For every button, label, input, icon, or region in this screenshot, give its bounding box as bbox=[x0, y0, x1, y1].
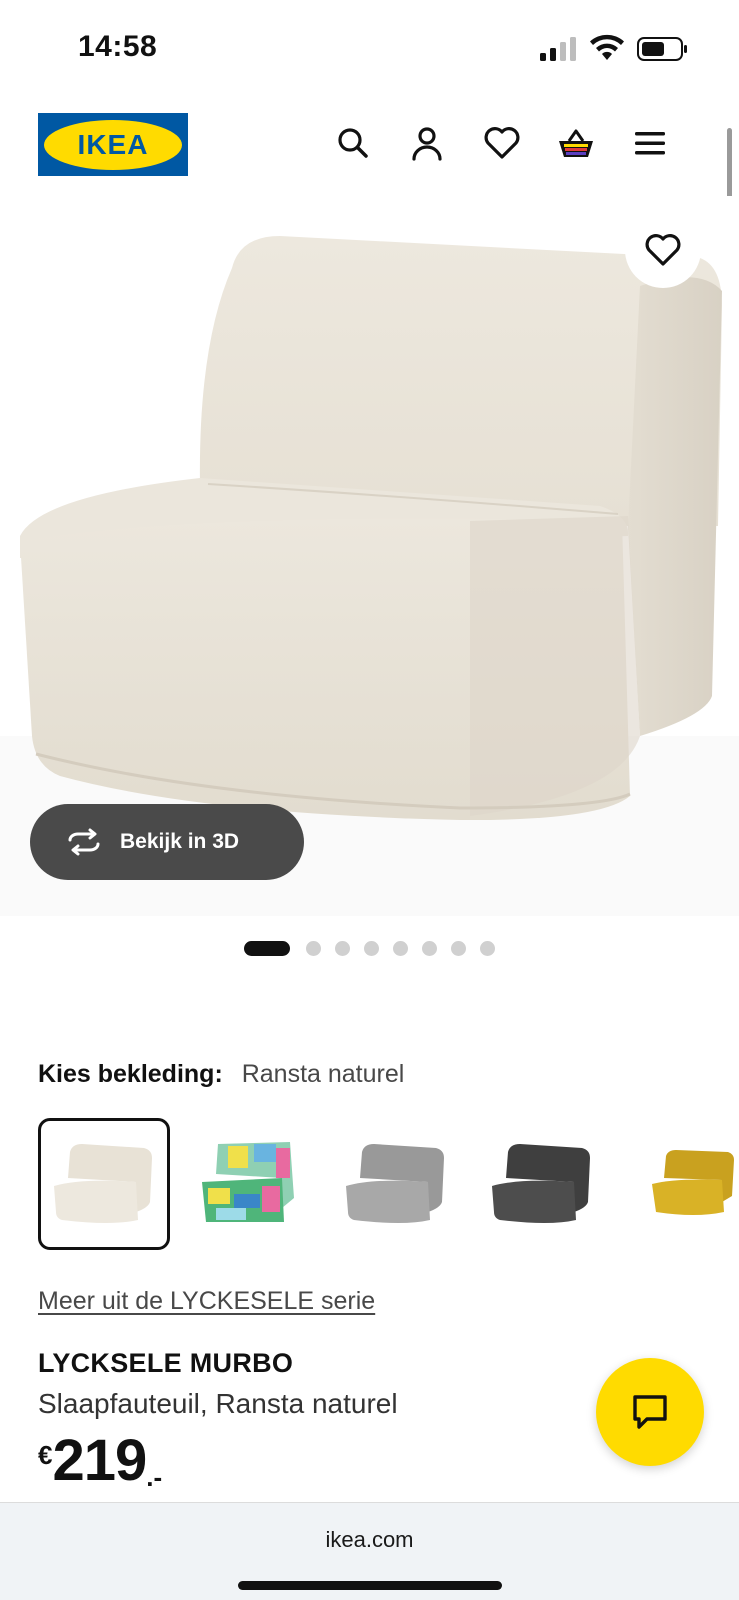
battery-icon bbox=[637, 37, 687, 61]
wifi-icon bbox=[590, 34, 624, 60]
carousel-dot[interactable] bbox=[393, 940, 408, 956]
product-price: € 219 .- bbox=[38, 1432, 162, 1493]
status-bar: 14:58 bbox=[0, 0, 739, 96]
shopping-basket-icon[interactable] bbox=[556, 123, 596, 163]
logo-oval: IKEA bbox=[44, 119, 182, 170]
menu-icon[interactable] bbox=[630, 123, 670, 163]
fabric-swatches bbox=[38, 1118, 739, 1252]
swatch-ransta-naturel[interactable] bbox=[38, 1118, 170, 1250]
carousel-pagination bbox=[0, 940, 739, 956]
chat-button[interactable] bbox=[596, 1358, 704, 1466]
swatch-multicolor[interactable] bbox=[184, 1118, 316, 1250]
fabric-selector-heading: Kies bekleding: Ransta naturel bbox=[38, 1060, 404, 1089]
series-link[interactable]: Meer uit de LYCKESELE serie bbox=[38, 1287, 375, 1316]
carousel-dot[interactable] bbox=[451, 940, 466, 956]
logo-text: IKEA bbox=[77, 128, 149, 160]
search-icon[interactable] bbox=[333, 123, 373, 163]
home-indicator[interactable] bbox=[238, 1581, 502, 1590]
swatch-chair-image bbox=[202, 1142, 294, 1222]
product-name: LYCKSELE MURBO bbox=[38, 1348, 294, 1378]
product-description: Slaapfauteuil, Ransta naturel bbox=[38, 1388, 398, 1419]
site-header: IKEA bbox=[0, 108, 739, 178]
swatch-dark-grey[interactable] bbox=[476, 1118, 608, 1250]
heart-icon bbox=[645, 234, 681, 266]
swatch-grey[interactable] bbox=[330, 1118, 462, 1250]
swatch-chair-image bbox=[652, 1150, 734, 1215]
chat-icon bbox=[633, 1395, 667, 1429]
fabric-label: Kies bekleding: bbox=[38, 1060, 223, 1088]
carousel-dot[interactable] bbox=[422, 940, 437, 956]
carousel-dot[interactable] bbox=[306, 940, 321, 956]
carousel-dot[interactable] bbox=[480, 940, 495, 956]
price-integer: 219 bbox=[52, 1428, 147, 1493]
rotate-3d-icon bbox=[68, 828, 100, 856]
price-currency: € bbox=[38, 1440, 53, 1470]
swatch-chair-image bbox=[492, 1144, 590, 1223]
account-icon[interactable] bbox=[407, 123, 447, 163]
carousel-dot-active[interactable] bbox=[244, 940, 290, 956]
swatch-chair-image bbox=[54, 1144, 152, 1223]
favorite-button[interactable] bbox=[625, 212, 701, 288]
wishlist-heart-icon[interactable] bbox=[482, 123, 522, 163]
carousel-dot[interactable] bbox=[335, 940, 350, 956]
carousel-dot[interactable] bbox=[364, 940, 379, 956]
ikea-logo[interactable]: IKEA bbox=[38, 113, 188, 176]
status-time: 14:58 bbox=[78, 30, 158, 63]
swatch-yellow[interactable] bbox=[622, 1118, 739, 1250]
url-text[interactable]: ikea.com bbox=[0, 1527, 739, 1553]
browser-address-bar[interactable]: ikea.com bbox=[0, 1502, 739, 1600]
price-decimal: .- bbox=[146, 1462, 163, 1492]
fabric-value: Ransta naturel bbox=[241, 1060, 405, 1088]
view-in-3d-button[interactable]: Bekijk in 3D bbox=[30, 804, 304, 880]
swatch-chair-image bbox=[346, 1144, 444, 1223]
view-in-3d-label: Bekijk in 3D bbox=[120, 830, 240, 853]
cellular-signal-icon bbox=[540, 37, 576, 61]
